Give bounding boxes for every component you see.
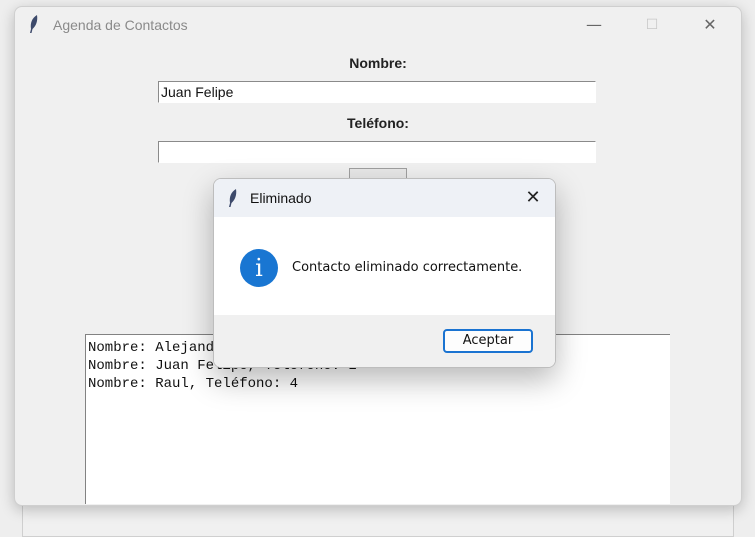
dialog-message: Contacto eliminado correctamente.: [292, 260, 523, 275]
feather-icon: [229, 189, 237, 207]
close-button[interactable]: ✕: [681, 7, 739, 43]
dialog-close-button[interactable]: ✕: [515, 179, 551, 217]
dialog-title: Eliminado: [250, 190, 312, 206]
phone-label: Teléfono:: [347, 115, 409, 131]
list-item[interactable]: Nombre: Raul, Teléfono: 4: [88, 375, 670, 393]
phone-field[interactable]: [158, 141, 596, 163]
info-icon: i: [240, 249, 278, 287]
title-bar[interactable]: Agenda de Contactos — ☐ ✕: [15, 7, 741, 43]
dialog-footer: Aceptar: [214, 315, 555, 367]
feather-icon: [30, 15, 38, 33]
window-title: Agenda de Contactos: [53, 17, 188, 33]
dialog-title-bar[interactable]: Eliminado ✕: [214, 179, 555, 217]
accept-button[interactable]: Aceptar: [443, 329, 533, 353]
name-label: Nombre:: [349, 55, 407, 71]
message-dialog: Eliminado ✕ i Contacto eliminado correct…: [213, 178, 556, 368]
maximize-button[interactable]: ☐: [623, 7, 681, 43]
minimize-button[interactable]: —: [565, 7, 623, 43]
name-field[interactable]: [158, 81, 596, 103]
